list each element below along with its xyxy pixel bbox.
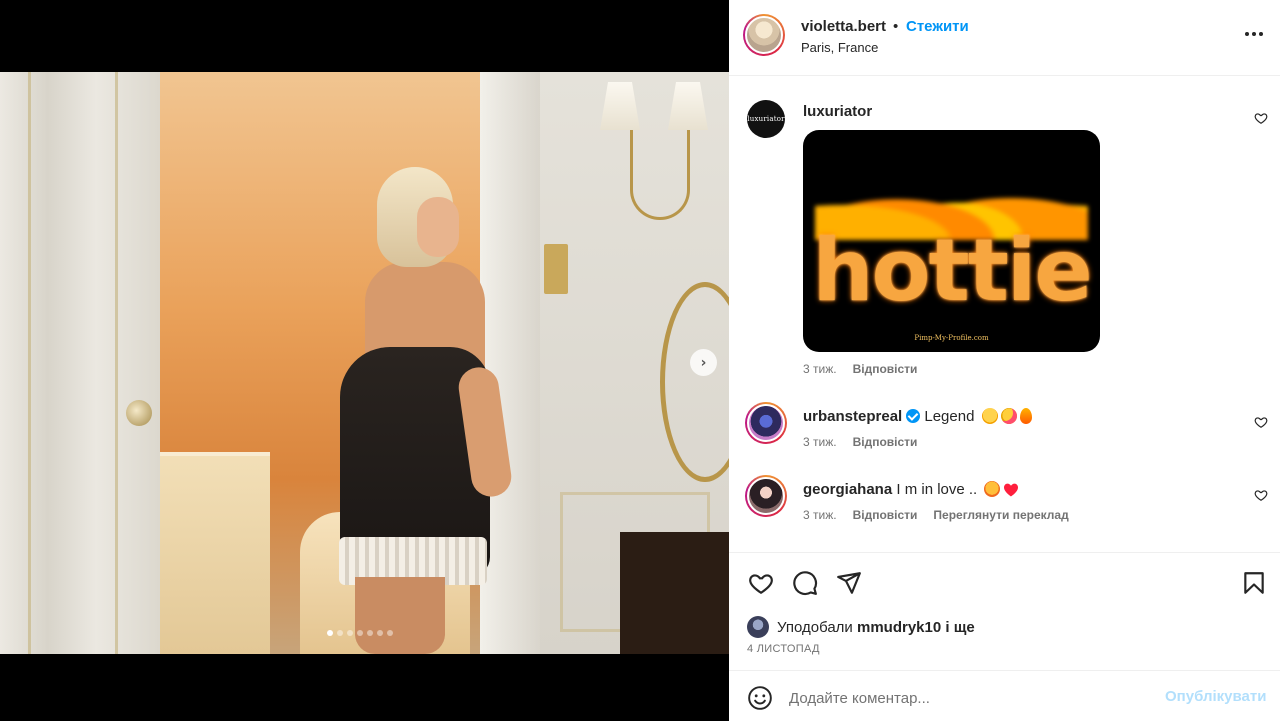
post-actions [729,560,1280,606]
paper-plane-icon [836,570,862,596]
comment-username[interactable]: georgiahana [803,481,892,498]
carousel-dots [327,630,393,636]
comment-input[interactable] [789,683,1149,713]
comment-time[interactable]: 3 тиж. [803,362,837,376]
gif-word: hottie [812,221,1092,321]
author-avatar[interactable] [743,14,785,56]
carousel-next-button[interactable]: › [690,349,717,376]
chevron-right-icon: › [700,354,707,371]
more-options-button[interactable] [1239,24,1269,44]
comment-avatar[interactable] [745,475,787,517]
carousel-dot [367,630,373,636]
liker-username[interactable]: mmudryk10 [857,619,941,636]
carousel-dot [347,630,353,636]
carousel-dot [327,630,333,636]
comment-time[interactable]: 3 тиж. [803,435,837,449]
like-comment-icon[interactable] [1254,488,1268,502]
post-photo[interactable] [0,72,729,654]
post-side-panel: violetta.bert • Стежити Paris, France lu… [729,0,1280,721]
verified-badge-icon [906,409,921,423]
emoji-picker-button[interactable] [747,685,773,711]
share-button[interactable] [829,560,869,606]
author-username[interactable]: violetta.bert [801,18,886,35]
photo-door [0,72,160,654]
gif-credit: Pimp-My-Profile.com [914,334,989,342]
comment-meta: 3 тиж. Відповісти [803,362,917,376]
liked-by-prefix: Уподобали [777,618,853,636]
comment-row: georgiahana I m in love .. [803,481,1019,498]
comment-composer: Опублікувати [729,670,1280,721]
comment-time[interactable]: 3 тиж. [803,508,837,522]
comment-meta: 3 тиж. Відповісти [803,435,917,449]
reply-button[interactable]: Відповісти [853,508,918,522]
comment-username[interactable]: luxuriator [803,103,872,120]
photo-light-switch [544,244,568,294]
smiley-icon [747,685,773,711]
liked-by: Уподобали mmudryk10 і ще [747,615,975,639]
photo-cabinet [160,452,270,654]
comment-gif: hottie Pimp-My-Profile.com [803,130,1100,352]
reply-button[interactable]: Відповісти [853,435,918,449]
comments-list: luxuriator luxuriator hottie Pimp-My-Pro… [729,77,1280,553]
photo-door-knob [126,400,152,426]
comment-username[interactable]: urbanstepreal [803,408,902,425]
like-comment-icon[interactable] [1254,415,1268,429]
carousel-dot [387,630,393,636]
see-translation-button[interactable]: Переглянути переклад [933,508,1068,522]
header-separator: • [893,18,899,35]
carousel-dot [377,630,383,636]
comment-meta: 3 тиж. Відповісти Переглянути переклад [803,508,1069,522]
liker-avatar[interactable] [747,616,769,638]
carousel-dot [357,630,363,636]
heart-eyes-face-icon [1000,408,1017,424]
post-media: › [0,0,729,721]
comment-row: urbanstepreal Legend [803,408,1032,425]
avatar-logo-text: luxuriator [747,115,785,123]
photo-person [335,167,514,654]
flushed-face-icon [981,408,998,424]
post-header: violetta.bert • Стежити Paris, France [729,0,1280,76]
comment-text: Legend [924,408,975,425]
more-horizontal-icon [1245,32,1263,36]
comment-button[interactable] [785,560,825,606]
photo-wall-sconce [600,82,710,232]
hot-face-icon [984,481,1001,497]
like-comment-icon[interactable] [1254,111,1268,125]
reply-button[interactable]: Відповісти [853,362,918,376]
publish-button[interactable]: Опублікувати [1165,688,1266,705]
liked-by-others-link[interactable]: і ще [945,619,974,636]
red-heart-icon [1003,483,1019,497]
post-location[interactable]: Paris, France [801,40,878,55]
comment-text: I m in love .. [896,481,978,498]
photo-table [620,532,729,654]
comment-bubble-icon [792,570,818,596]
comment-avatar[interactable]: luxuriator [747,100,785,138]
post-date[interactable]: 4 ЛИСТОПАД [747,643,820,655]
carousel-dot [337,630,343,636]
comment-avatar[interactable] [745,402,787,444]
follow-button[interactable]: Стежити [906,18,969,35]
bookmark-icon [1241,570,1267,596]
like-button[interactable] [741,560,781,606]
save-button[interactable] [1234,560,1274,606]
heart-icon [748,570,774,596]
fire-icon [1019,408,1032,424]
